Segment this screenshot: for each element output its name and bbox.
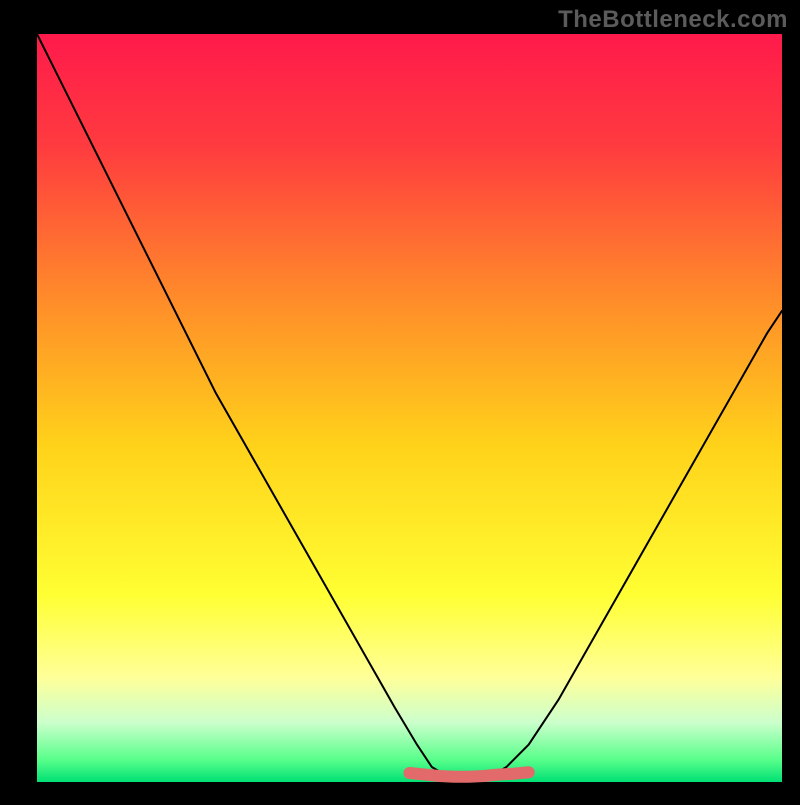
bottom-red-band [410, 772, 529, 776]
chart-svg [0, 0, 800, 800]
watermark-text: TheBottleneck.com [558, 6, 788, 34]
chart-background [37, 34, 782, 782]
chart-stage: TheBottleneck.com [0, 0, 800, 800]
